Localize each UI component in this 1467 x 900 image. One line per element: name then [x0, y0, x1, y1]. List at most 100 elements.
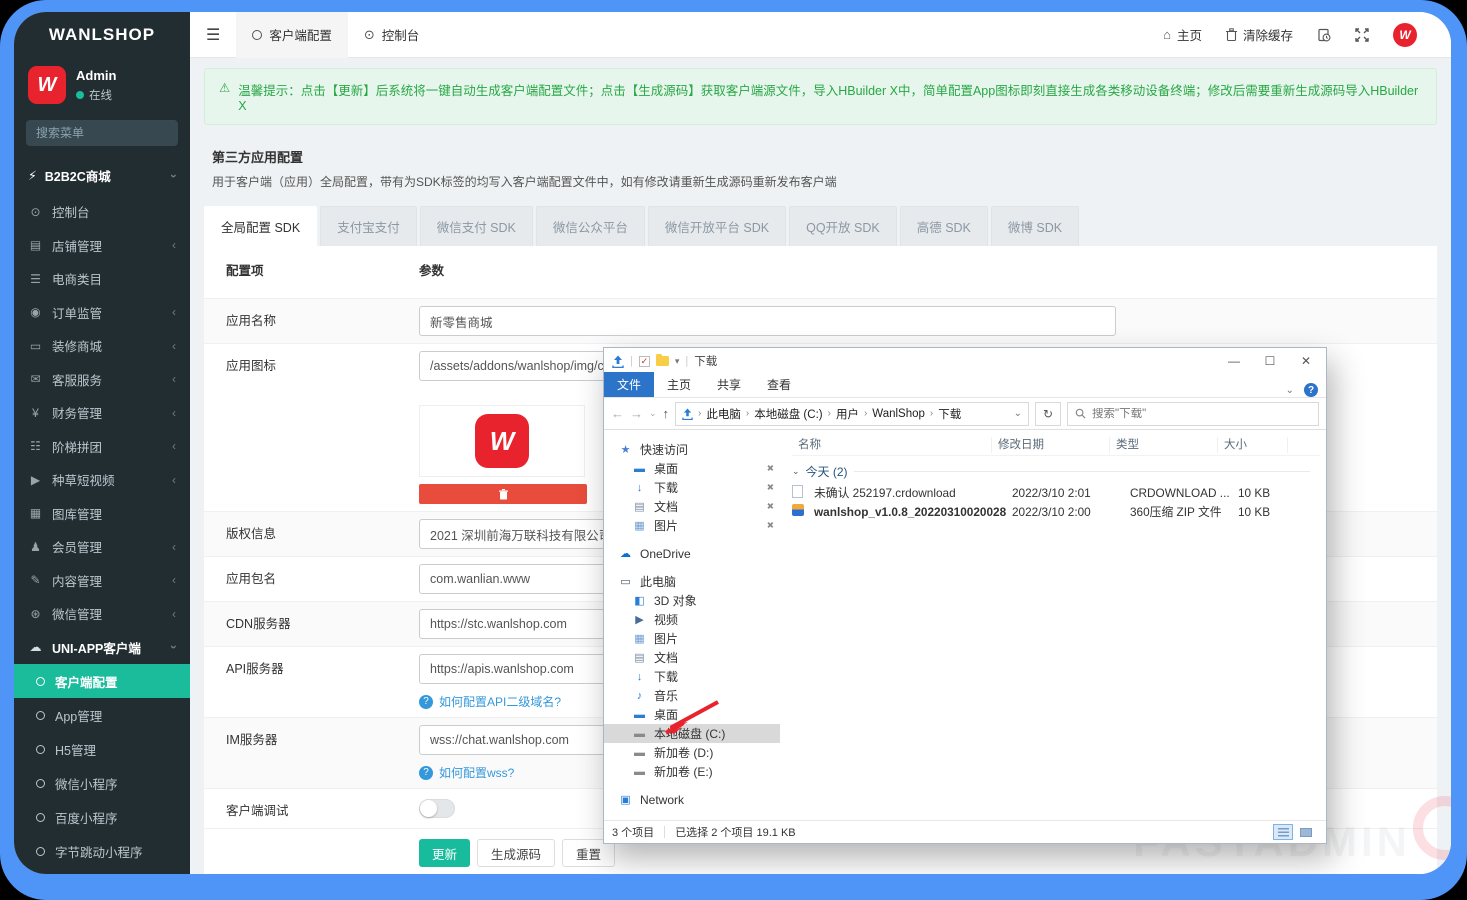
sidebar-item-wechat[interactable]: ⊛微信管理‹: [14, 597, 190, 631]
tree-pictures[interactable]: ▦图片✚: [604, 516, 780, 535]
tab-dashboard[interactable]: ⊙控制台: [348, 12, 435, 58]
sidebar-item-shop-manage[interactable]: ▤店铺管理‹: [14, 229, 190, 263]
sdk-tab-global[interactable]: 全局配置 SDK: [204, 206, 317, 246]
recent-caret-icon[interactable]: ⌄: [649, 408, 657, 419]
sidebar-subitem-bytedance-mini[interactable]: 字节跳动小程序: [14, 834, 190, 868]
sidebar-item-members[interactable]: ♟会员管理‹: [14, 530, 190, 564]
tree-desktop-pc[interactable]: ▬桌面: [604, 705, 780, 724]
sidebar-item-service[interactable]: ✉客服服务‹: [14, 363, 190, 397]
sidebar-item-categories[interactable]: ☰电商类目: [14, 262, 190, 296]
back-icon[interactable]: ←: [611, 406, 624, 421]
maximize-button[interactable]: ☐: [1252, 348, 1288, 374]
breadcrumb-downloads[interactable]: 下载: [938, 406, 961, 422]
debug-toggle[interactable]: [419, 799, 455, 818]
tree-music[interactable]: ♪音乐: [604, 686, 780, 705]
tree-this-pc[interactable]: ▭此电脑: [604, 572, 780, 591]
app-name-input[interactable]: [419, 306, 1116, 336]
sidebar-subitem-baidu-mini[interactable]: 百度小程序: [14, 800, 190, 834]
page-history-icon[interactable]: [1317, 28, 1331, 42]
column-date-modified[interactable]: 修改日期: [992, 437, 1110, 453]
tree-volume-e[interactable]: ▬新加卷 (E:): [604, 762, 780, 781]
sidebar-item-orders[interactable]: ◉订单监管‹: [14, 296, 190, 330]
tree-3d-objects[interactable]: ◧3D 对象: [604, 591, 780, 610]
sidebar-item-gallery[interactable]: ▦图库管理: [14, 497, 190, 531]
up-icon[interactable]: ↑: [663, 406, 670, 421]
explorer-titlebar[interactable]: | ✓ ▾ | 下载 — ☐ ✕: [604, 348, 1326, 374]
breadcrumb-this-pc[interactable]: 此电脑: [706, 406, 741, 422]
breadcrumb-local-disk[interactable]: 本地磁盘 (C:): [754, 406, 822, 422]
minimize-button[interactable]: —: [1216, 348, 1252, 374]
delete-icon-button[interactable]: [419, 484, 587, 504]
breadcrumb-users[interactable]: 用户: [836, 406, 859, 422]
caret-down-icon[interactable]: ▾: [675, 356, 680, 367]
sidebar-search-input[interactable]: [36, 126, 190, 140]
file-row-crdownload[interactable]: 未确认 252197.crdownload 2022/3/10 2:01 CRD…: [792, 483, 1320, 502]
api-server-input[interactable]: [419, 654, 615, 684]
sidebar-item-decorate[interactable]: ▭装修商城‹: [14, 329, 190, 363]
properties-checkbox-icon[interactable]: ✓: [639, 356, 650, 367]
clear-cache-link[interactable]: 清除缓存: [1226, 25, 1293, 44]
file-row-wanlshop-zip[interactable]: wanlshop_v1.0.8_20220310020028 2022/3/10…: [792, 502, 1320, 521]
sidebar-item-uniapp[interactable]: ☁UNI-APP客户端›: [14, 631, 190, 665]
topbar-avatar[interactable]: W: [1393, 23, 1417, 47]
ribbon-collapse-icon[interactable]: ⌄: [1286, 385, 1294, 396]
generate-source-button[interactable]: 生成源码: [477, 839, 555, 867]
address-dropdown-icon[interactable]: ⌄: [1014, 408, 1022, 419]
package-name-input[interactable]: [419, 564, 619, 594]
group-header-today[interactable]: ⌄ 今天 (2): [792, 459, 1320, 483]
tree-downloads[interactable]: ↓下载✚: [604, 478, 780, 497]
tree-quick-access[interactable]: ★快速访问: [604, 440, 780, 459]
tree-local-disk-c[interactable]: ▬本地磁盘 (C:): [604, 724, 780, 743]
sdk-tab-qq-open[interactable]: QQ开放 SDK: [789, 206, 897, 246]
sidebar-section-b2b2c[interactable]: ⚡ B2B2C商城 ›: [14, 156, 190, 195]
ribbon-tab-home[interactable]: 主页: [654, 372, 704, 397]
sidebar-subitem-wechat-mini[interactable]: 微信小程序: [14, 766, 190, 800]
ribbon-tab-share[interactable]: 共享: [704, 372, 754, 397]
sidebar-item-groupbuy[interactable]: ☷阶梯拼团‹: [14, 430, 190, 464]
update-button[interactable]: 更新: [419, 839, 470, 867]
sidebar-item-finance[interactable]: ¥财务管理‹: [14, 396, 190, 430]
forward-icon[interactable]: →: [630, 406, 643, 421]
tree-documents[interactable]: ▤文档✚: [604, 497, 780, 516]
im-server-input[interactable]: [419, 725, 615, 755]
tree-downloads-pc[interactable]: ↓下载: [604, 667, 780, 686]
sdk-tab-weibo[interactable]: 微博 SDK: [991, 206, 1079, 246]
sidebar-item-cms[interactable]: ✎内容管理‹: [14, 564, 190, 598]
tree-onedrive[interactable]: ☁OneDrive: [604, 544, 780, 563]
tree-pictures-pc[interactable]: ▦图片: [604, 629, 780, 648]
column-type[interactable]: 类型: [1110, 437, 1218, 453]
tree-network[interactable]: ▣Network: [604, 790, 780, 809]
sidebar-subitem-h5-manage[interactable]: H5管理: [14, 732, 190, 766]
user-avatar[interactable]: W: [28, 66, 66, 104]
ribbon-tab-file[interactable]: 文件: [604, 372, 654, 397]
sdk-tab-wechat-official[interactable]: 微信公众平台: [536, 206, 645, 246]
new-folder-icon[interactable]: [656, 356, 669, 366]
ribbon-tab-view[interactable]: 查看: [754, 372, 804, 397]
thumbnail-view-button[interactable]: [1296, 824, 1316, 840]
tree-documents-pc[interactable]: ▤文档: [604, 648, 780, 667]
fullscreen-icon[interactable]: [1355, 28, 1369, 42]
column-size[interactable]: 大小: [1218, 437, 1288, 453]
refresh-icon[interactable]: ↻: [1035, 402, 1061, 426]
tree-desktop[interactable]: ▬桌面✚: [604, 459, 780, 478]
cdn-server-input[interactable]: [419, 609, 615, 639]
tree-videos[interactable]: ▶视频: [604, 610, 780, 629]
hamburger-menu-icon[interactable]: ☰: [190, 25, 236, 45]
details-view-button[interactable]: [1273, 824, 1293, 840]
column-name[interactable]: 名称: [792, 437, 992, 453]
sdk-tab-alipay[interactable]: 支付宝支付: [320, 206, 417, 246]
explorer-search-input[interactable]: [1092, 408, 1311, 420]
sdk-tab-wechat-pay[interactable]: 微信支付 SDK: [420, 206, 533, 246]
sidebar-item-dashboard[interactable]: ⊙控制台: [14, 195, 190, 229]
sdk-tab-wechat-open[interactable]: 微信开放平台 SDK: [648, 206, 786, 246]
sidebar-item-short-video[interactable]: ▶种草短视频‹: [14, 463, 190, 497]
home-link[interactable]: ⌂主页: [1163, 25, 1202, 44]
tab-client-config[interactable]: 客户端配置: [236, 12, 348, 58]
sidebar-subitem-client-config[interactable]: 客户端配置: [14, 664, 190, 698]
help-icon[interactable]: ?: [1304, 383, 1318, 397]
breadcrumb-wanlshop[interactable]: WanlShop: [872, 408, 925, 420]
close-button[interactable]: ✕: [1288, 348, 1324, 374]
sidebar-subitem-app-manage[interactable]: App管理: [14, 698, 190, 732]
address-box[interactable]: ›此电脑 ›本地磁盘 (C:) ›用户 ›WanlShop ›下载 ⌄: [675, 402, 1029, 426]
tree-volume-d[interactable]: ▬新加卷 (D:): [604, 743, 780, 762]
